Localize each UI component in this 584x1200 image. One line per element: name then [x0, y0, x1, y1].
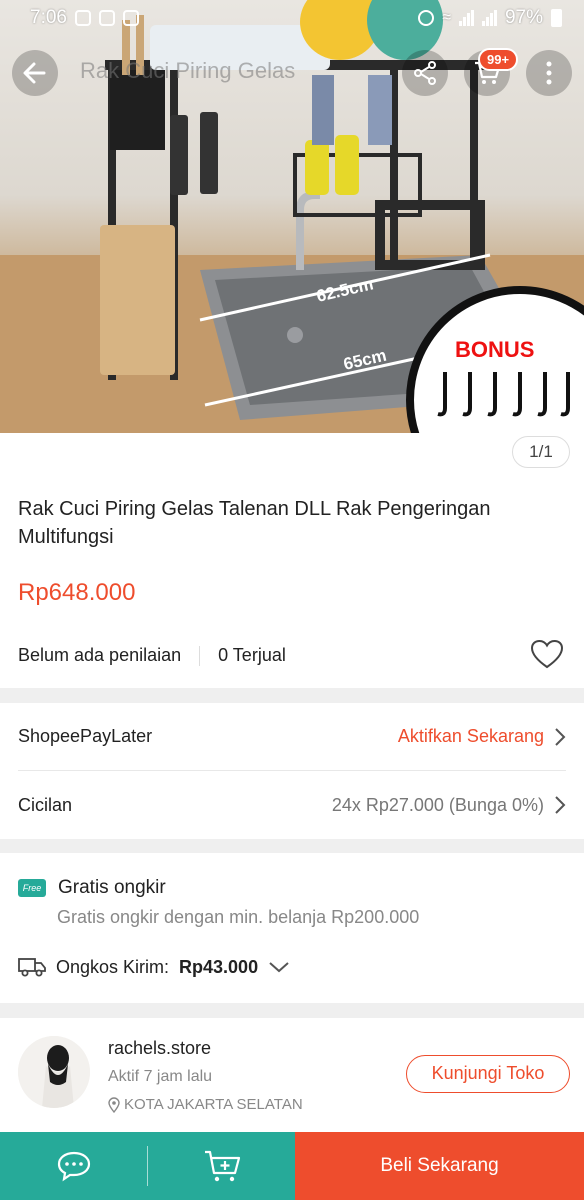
add-to-cart-icon: [204, 1150, 240, 1182]
product-title: Rak Cuci Piring Gelas Talenan DLL Rak Pe…: [18, 498, 491, 548]
share-icon: [414, 61, 436, 85]
chevron-right-icon: [555, 796, 566, 814]
back-button[interactable]: [12, 50, 58, 96]
alarm-icon: [418, 10, 435, 26]
installment-value: 24x Rp27.000 (Bunga 0%): [331, 794, 544, 815]
stats-divider: [199, 645, 201, 666]
installment-label: Cicilan: [18, 794, 73, 815]
free-shipping-title: Gratis ongkir: [58, 877, 166, 898]
visit-shop-button[interactable]: Kunjungi Toko: [406, 1055, 570, 1093]
bonus-label: BONUS: [455, 337, 534, 362]
location-pin-icon: [108, 1096, 120, 1113]
image-counter: 1/1: [512, 436, 570, 468]
installment-row[interactable]: Cicilan 24x Rp27.000 (Bunga 0%): [18, 771, 566, 839]
shop-section: rachels.store Aktif 7 jam lalu KOTA JAKA…: [0, 1018, 584, 1132]
chat-icon: [57, 1151, 90, 1182]
product-info-section: Rak Cuci Piring Gelas Talenan DLL Rak Pe…: [0, 433, 584, 688]
paylater-activate-link[interactable]: Aktifkan Sekarang: [398, 726, 544, 747]
instagram-icon: [74, 10, 91, 26]
heart-icon: [530, 639, 564, 669]
shop-location: KOTA JAKARTA SELATAN: [108, 1096, 303, 1113]
paylater-row[interactable]: ShopeePayLater Aktifkan Sekarang: [18, 703, 566, 771]
buy-now-button[interactable]: Beli Sekarang: [295, 1132, 584, 1200]
cart-badge: 99+: [478, 48, 519, 71]
shop-name[interactable]: rachels.store: [108, 1038, 211, 1059]
truck-icon: [18, 958, 46, 977]
payment-section: ShopeePayLater Aktifkan Sekarang Cicilan…: [0, 703, 584, 839]
product-stats: Belum ada penilaian 0 Terjual: [18, 645, 286, 666]
shipping-cost-value: Rp43.000: [179, 956, 259, 977]
more-vertical-icon: [546, 61, 552, 85]
product-image-gallery[interactable]: 62.5cm 65cm BONUS 7:06 ≈ 97% Rak Cuci Pi…: [0, 0, 584, 433]
shipping-cost-label: Ongkos Kirim:: [56, 956, 170, 977]
signal-2-icon: [481, 10, 497, 26]
shipping-section: Free Gratis ongkir Gratis ongkir dengan …: [0, 853, 584, 1003]
bottom-bar-divider: [147, 1132, 148, 1200]
product-price: Rp648.000: [18, 579, 136, 606]
chevron-down-icon: [269, 962, 289, 973]
free-shipping-subtitle: Gratis ongkir dengan min. belanja Rp200.…: [57, 907, 420, 927]
rating-text: Belum ada penilaian: [18, 645, 182, 665]
top-nav: Rak Cuci Piring Gelas 99+: [0, 48, 584, 100]
app-notification-icon: [98, 10, 115, 26]
add-to-cart-button[interactable]: [148, 1132, 295, 1200]
status-time: 7:06: [30, 7, 67, 28]
more-button[interactable]: [526, 50, 572, 96]
signal-icon: [458, 10, 474, 26]
free-shipping-row: Free Gratis ongkir: [18, 877, 166, 899]
gallery-notification-icon: [122, 10, 139, 26]
bottom-action-bar: Beli Sekarang: [0, 1132, 584, 1200]
shop-avatar[interactable]: [18, 1036, 90, 1108]
shop-active-status: Aktif 7 jam lalu: [108, 1068, 213, 1085]
battery-percent: 97%: [504, 7, 543, 28]
free-shipping-truck-icon: Free: [18, 879, 46, 897]
sold-count: 0 Terjual: [218, 645, 286, 665]
shipping-cost-row[interactable]: Ongkos Kirim: Rp43.000: [18, 956, 290, 978]
wifi-icon: ≈: [442, 9, 451, 26]
avatar-image: [18, 1036, 90, 1108]
shop-location-text: KOTA JAKARTA SELATAN: [124, 1096, 303, 1113]
favorite-button[interactable]: [530, 639, 564, 674]
chat-button[interactable]: [0, 1132, 147, 1200]
battery-icon: [551, 9, 562, 27]
share-button[interactable]: [402, 50, 448, 96]
chevron-right-icon: [555, 727, 566, 746]
arrow-left-icon: [23, 62, 46, 84]
paylater-label: ShopeePayLater: [18, 726, 153, 746]
header-title: Rak Cuci Piring Gelas: [80, 58, 296, 83]
status-bar: 7:06 ≈ 97%: [0, 0, 584, 36]
